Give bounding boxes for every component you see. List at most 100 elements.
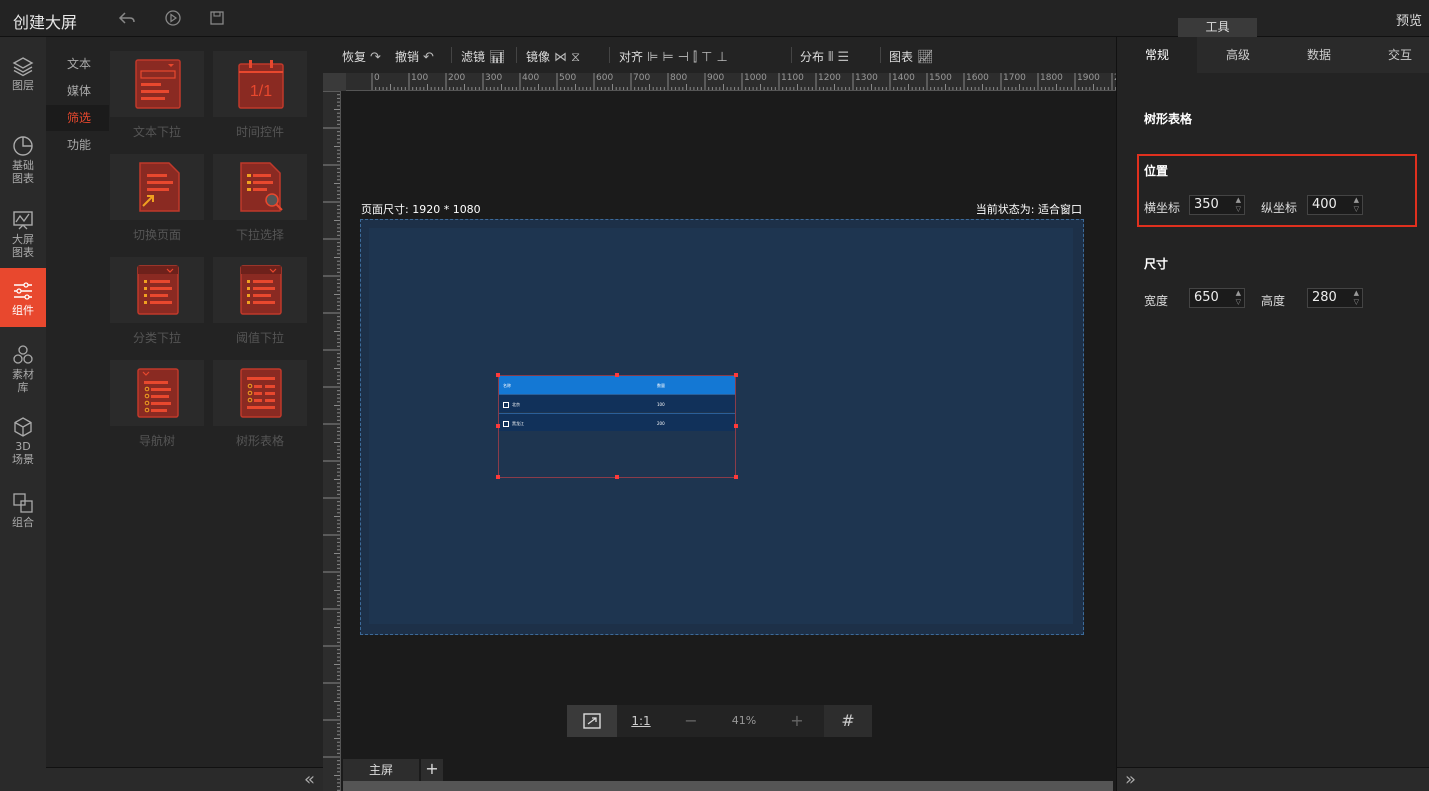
ruler-tick-label: 1200 <box>818 73 841 83</box>
component-text-dropdown[interactable]: 文本下拉 <box>110 37 204 139</box>
ruler-tick-label: 1400 <box>892 73 915 83</box>
nav-item-assets[interactable]: 素材库 <box>0 344 46 396</box>
horizontal-scrollbar[interactable] <box>343 781 1113 791</box>
width-input[interactable]: 650 ▲ ▽ <box>1189 288 1245 308</box>
expand-icon[interactable] <box>503 421 509 427</box>
nav-item-components[interactable]: 组件 <box>0 268 46 327</box>
align-button[interactable]: 对齐 ⊫ ⊨ ⊣ ⫿ ⊤ ⊥ <box>619 48 728 65</box>
tools-tab[interactable]: 工具 <box>1178 18 1257 37</box>
actual-size-button[interactable]: 1:1 <box>619 705 663 737</box>
top-bar: 创建大屏 工具 预览 <box>0 0 1429 37</box>
nav-label: 组合 <box>12 516 34 529</box>
switch-page-icon <box>139 162 180 212</box>
component-category-dropdown[interactable]: 分类下拉 <box>110 243 204 345</box>
stepper-icon[interactable]: ▲ ▽ <box>1236 289 1241 307</box>
nav-item-basic-charts[interactable]: 基础图表 <box>0 135 46 187</box>
tab-data[interactable]: 数据 <box>1279 37 1359 73</box>
tab-advanced[interactable]: 高级 <box>1198 37 1278 73</box>
calendar-icon: 1/1 <box>238 60 284 109</box>
resize-handle[interactable] <box>496 475 500 479</box>
component-dropdown-select[interactable]: 下拉选择 <box>213 140 307 242</box>
ruler-tick-label: 400 <box>522 73 540 83</box>
tab-general[interactable]: 常规 <box>1117 37 1197 73</box>
filter-button[interactable]: 滤镜 📊︎ <box>461 48 506 65</box>
ruler-tick-label: 1900 <box>1077 73 1100 83</box>
chart-button[interactable]: 图表 📈︎ <box>889 48 934 65</box>
component-threshold-dropdown[interactable]: 阈值下拉 <box>213 243 307 345</box>
fit-window-button[interactable] <box>567 705 617 737</box>
group-icon <box>13 493 33 513</box>
category-text[interactable]: 文本 <box>46 51 109 77</box>
right-panel-collapse[interactable]: » <box>1117 767 1429 791</box>
play-icon[interactable] <box>163 9 183 29</box>
tab-interaction[interactable]: 交互 <box>1360 37 1429 73</box>
save-icon[interactable] <box>207 9 227 29</box>
distribute-button[interactable]: 分布 ⫴ ☰ <box>800 48 849 65</box>
dropdown-select-icon <box>240 162 283 212</box>
undo-icon: ↶ <box>423 50 434 65</box>
category-list: 文本 媒体 筛选 功能 <box>46 37 109 767</box>
category-dropdown-icon <box>137 265 179 315</box>
zoom-percent: 41% <box>731 714 757 727</box>
component-label: 切换页面 <box>132 228 181 242</box>
sliders-icon <box>14 282 32 300</box>
add-screen-button[interactable]: + <box>421 759 443 781</box>
nav-item-screen-charts[interactable]: 大屏图表 <box>0 209 46 261</box>
resize-handle[interactable] <box>496 424 500 428</box>
preview-button[interactable]: 预览 <box>1396 10 1422 29</box>
ruler-tick-label: 1300 <box>855 73 878 83</box>
grid-toggle-button[interactable]: # <box>824 705 872 737</box>
mirror-button[interactable]: 镜像 ⋈ ⧖ <box>526 48 580 65</box>
category-filter[interactable]: 筛选 <box>46 105 109 131</box>
nav-item-3d-scene[interactable]: 3D场景 <box>0 416 46 468</box>
align-center-icon: ⊨ <box>662 50 674 65</box>
x-input[interactable]: 350 ▲ ▽ <box>1189 195 1245 215</box>
zoom-out-button[interactable]: − <box>667 705 715 737</box>
height-input[interactable]: 280 ▲ ▽ <box>1307 288 1363 308</box>
nav-item-layers[interactable]: 图层 <box>0 55 46 103</box>
stepper-icon[interactable]: ▲ ▽ <box>1236 196 1241 214</box>
threshold-dropdown-icon <box>240 265 282 315</box>
size-title: 尺寸 <box>1144 257 1169 271</box>
distribute-h-icon: ⫴ <box>828 50 834 65</box>
y-input[interactable]: 400 ▲ ▽ <box>1307 195 1363 215</box>
screen-tab-main[interactable]: 主屏 <box>343 759 419 781</box>
align-bottom-icon: ⊥ <box>716 50 728 65</box>
pie-chart-icon <box>13 136 33 156</box>
resize-handle[interactable] <box>734 475 738 479</box>
component-tree-table[interactable]: 树形表格 <box>213 346 307 448</box>
bar-chart-icon: 📈︎ <box>917 50 934 65</box>
tree-table-widget[interactable]: 名称 数量 北京 100 黑龙江 200 <box>496 373 738 479</box>
resize-handle[interactable] <box>734 373 738 377</box>
category-media[interactable]: 媒体 <box>46 78 109 104</box>
vertical-ruler[interactable] <box>323 91 341 791</box>
left-panel-collapse[interactable]: « <box>46 767 323 791</box>
expand-icon[interactable] <box>503 402 509 408</box>
resize-handle[interactable] <box>615 475 619 479</box>
header-quantity: 数量 <box>657 383 665 388</box>
stepper-icon[interactable]: ▲ ▽ <box>1354 196 1359 214</box>
resize-handle[interactable] <box>496 373 500 377</box>
stepper-icon[interactable]: ▲ ▽ <box>1354 289 1359 307</box>
undo-arrow-icon[interactable] <box>117 9 137 29</box>
component-label: 导航树 <box>138 434 175 448</box>
component-switch-page[interactable]: 切换页面 <box>110 140 204 242</box>
table-row[interactable]: 北京 100 <box>499 394 735 412</box>
nav-item-group[interactable]: 组合 <box>0 492 46 532</box>
resize-handle[interactable] <box>734 424 738 428</box>
ruler-corner <box>323 73 346 91</box>
table-row[interactable]: 黑龙江 200 <box>499 413 735 431</box>
row-name-text: 黑龙江 <box>512 421 524 426</box>
component-time-control[interactable]: 1/1 时间控件 <box>213 37 307 139</box>
component-nav-tree[interactable]: 导航树 <box>110 346 204 448</box>
horizontal-ruler[interactable]: 0 100 200 300 400 500 600 700 800 900 1000 1100 1200… <box>346 73 1116 91</box>
ruler-tick-label: 1600 <box>966 73 989 83</box>
category-function[interactable]: 功能 <box>46 132 109 158</box>
zoom-in-button[interactable]: + <box>773 705 821 737</box>
undo-button[interactable]: 撤销 ↶ <box>395 48 434 65</box>
redo-label: 恢复 <box>342 50 367 64</box>
redo-button[interactable]: 恢复 ↷ <box>342 48 381 65</box>
time-control-glyph: 1/1 <box>250 83 272 100</box>
resize-handle[interactable] <box>615 373 619 377</box>
component-name: 树形表格 <box>1144 112 1193 126</box>
